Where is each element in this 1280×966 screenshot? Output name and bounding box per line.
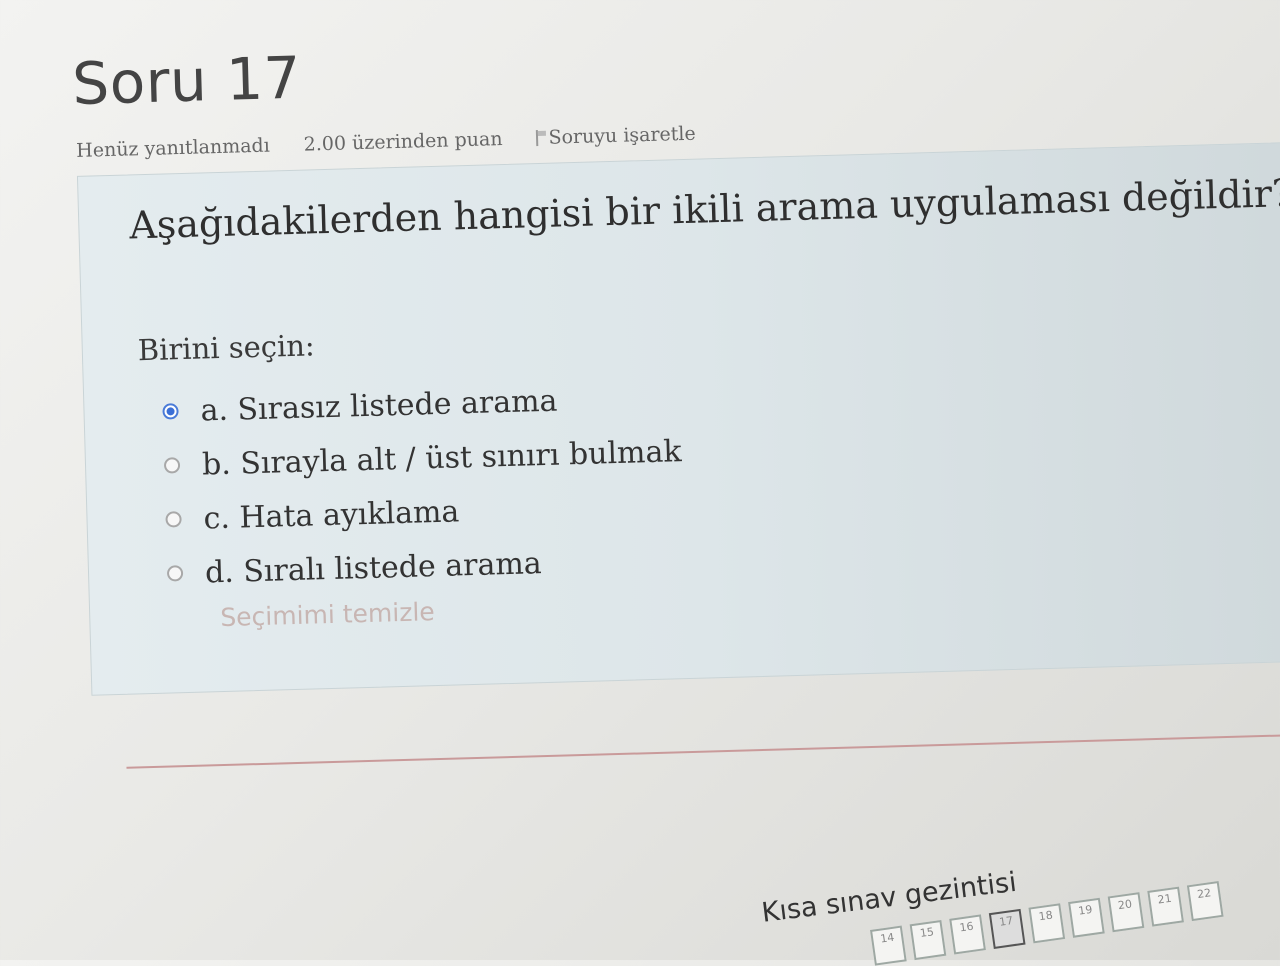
nav-button-21[interactable]: 21 — [1147, 886, 1184, 927]
radio-button-c[interactable] — [165, 511, 182, 528]
clear-selection-link[interactable]: Seçimimi temizle — [220, 597, 435, 632]
radio-button-d[interactable] — [166, 565, 184, 582]
nav-button-15[interactable]: 15 — [909, 919, 947, 961]
answer-prompt: Birini seçin: — [137, 328, 316, 368]
nav-button-17[interactable]: 17 — [988, 908, 1026, 949]
answer-label-b: b. Sırayla alt / üst sınırı bulmak — [201, 433, 683, 483]
question-status: Henüz yanıtlanmadı — [75, 134, 271, 162]
nav-button-16[interactable]: 16 — [949, 914, 986, 955]
nav-button-19[interactable]: 19 — [1068, 897, 1105, 938]
answer-label-a: a. Sırasız listede arama — [200, 383, 558, 429]
nav-button-22[interactable]: 22 — [1186, 881, 1224, 922]
answer-list: a. Sırasız listede arama b. Sırayla alt … — [162, 370, 685, 600]
question-box: Aşağıdakilerden hangisi bir ikili arama … — [76, 141, 1280, 696]
answer-label-c: c. Hata ayıklama — [203, 493, 460, 537]
quiz-page: Soru 17 Henüz yanıtlanmadı 2.00 üzerinde… — [0, 0, 1280, 960]
radio-button-b[interactable] — [163, 457, 181, 474]
question-title: Soru 17 — [71, 43, 302, 118]
radio-button-a[interactable] — [162, 403, 179, 420]
answer-label-d: d. Sıralı listede arama — [204, 545, 543, 590]
flag-label: Soruyu işaretle — [548, 122, 697, 149]
question-info: Henüz yanıtlanmadı 2.00 üzerinden puan S… — [76, 123, 696, 162]
flag-icon — [536, 130, 539, 147]
section-divider — [126, 733, 1280, 769]
nav-button-18[interactable]: 18 — [1028, 903, 1066, 944]
question-text: Aşağıdakilerden hangisi bir ikili arama … — [128, 171, 1280, 248]
nav-button-20[interactable]: 20 — [1107, 892, 1145, 933]
question-points: 2.00 üzerinden puan — [303, 128, 503, 156]
flag-question-link[interactable]: Soruyu işaretle — [536, 123, 696, 149]
